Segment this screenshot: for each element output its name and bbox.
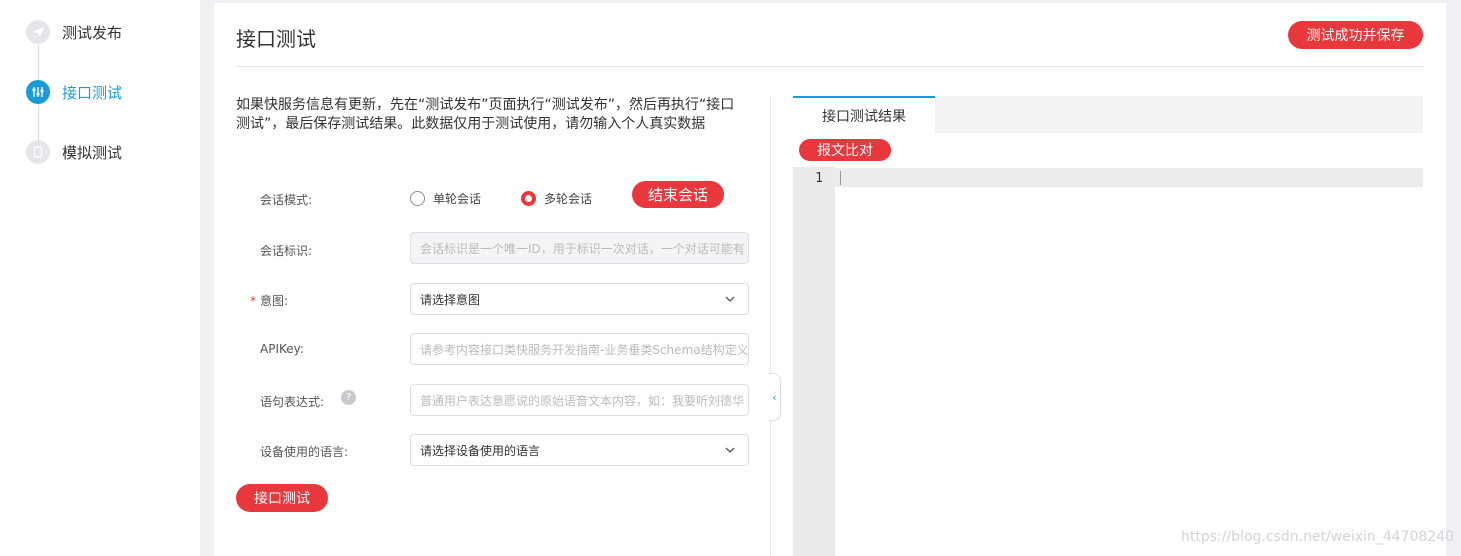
radio-label: 单轮会话 (433, 192, 482, 206)
help-icon[interactable]: ? (341, 390, 356, 405)
apikey-input[interactable]: 请参考内容接口类快服务开发指南-业务垂类Schema结构定义 (410, 333, 749, 365)
main-card: 接口测试 测试成功并保存 如果快服务信息有更新，先在“测试发布”页面执行“测试发… (214, 3, 1446, 556)
session-id-label: 会话标识: (260, 244, 313, 258)
tab-interface-test-result[interactable]: 接口测试结果 (793, 96, 935, 133)
collapse-handle[interactable]: ‹ (769, 373, 781, 421)
interface-test-button[interactable]: 接口测试 (236, 484, 328, 512)
step-label: 模拟测试 (62, 143, 123, 162)
session-id-field[interactable]: 会话标识是一个唯一ID，用于标识一次对话，一个对话可能有 (410, 232, 749, 264)
notice-text: 如果快服务信息有更新，先在“测试发布”页面执行“测试发布”，然后再执行“接口测试… (236, 97, 735, 132)
language-select-value: 请选择设备使用的语言 (420, 443, 541, 458)
language-select[interactable]: 请选择设备使用的语言 (410, 434, 749, 466)
chevron-down-icon (725, 447, 735, 453)
radio-label: 多轮会话 (544, 192, 593, 206)
text-cursor (840, 171, 841, 185)
results-tabbar: 接口测试结果 (793, 96, 1423, 133)
radio-multi-session[interactable]: 多轮会话 (521, 190, 592, 207)
line-number: 1 (815, 171, 823, 186)
step-connector (38, 45, 39, 81)
sidebar: 测试发布 接口测试 模拟测试 (0, 0, 200, 556)
radio-circle (521, 191, 536, 206)
session-mode-label: 会话模式: (260, 193, 313, 207)
pane-divider (770, 96, 771, 556)
intent-label-text: 意图: (260, 294, 289, 308)
save-button[interactable]: 测试成功并保存 (1288, 21, 1423, 49)
compare-button[interactable]: 报文比对 (799, 139, 891, 161)
step-simulation-test[interactable]: 模拟测试 (26, 140, 122, 164)
paper-plane-icon (26, 20, 50, 44)
end-session-button[interactable]: 结束会话 (632, 181, 724, 208)
document-icon (26, 140, 50, 164)
active-line-highlight (835, 168, 1423, 187)
radio-single-session[interactable]: 单轮会话 (410, 190, 481, 207)
utterance-input[interactable]: 普通用户表达意愿说的原始语音文本内容，如：我要听刘德华 (410, 384, 749, 416)
intent-select-value: 请选择意图 (420, 292, 481, 307)
result-editor[interactable]: 1 (793, 167, 1423, 556)
watermark: https://blog.csdn.net/weixin_44708240 (1181, 529, 1455, 545)
divider (236, 66, 1423, 67)
radio-circle (410, 191, 425, 206)
chevron-left-icon: ‹ (772, 390, 777, 404)
step-test-publish[interactable]: 测试发布 (26, 20, 122, 44)
sliders-icon (26, 80, 50, 104)
step-connector (38, 105, 39, 141)
step-label: 测试发布 (62, 23, 123, 42)
language-label: 设备使用的语言: (260, 445, 349, 459)
intent-label: * 意图: (250, 292, 288, 309)
utterance-label: 语句表达式: (260, 395, 325, 409)
step-interface-test[interactable]: 接口测试 (26, 80, 122, 104)
editor-gutter (793, 167, 835, 556)
required-mark: * (250, 294, 256, 308)
apikey-label: APIKey: (260, 342, 304, 356)
chevron-down-icon (725, 296, 735, 302)
intent-select[interactable]: 请选择意图 (410, 283, 749, 315)
page-title: 接口测试 (236, 27, 316, 51)
step-label: 接口测试 (62, 83, 123, 102)
